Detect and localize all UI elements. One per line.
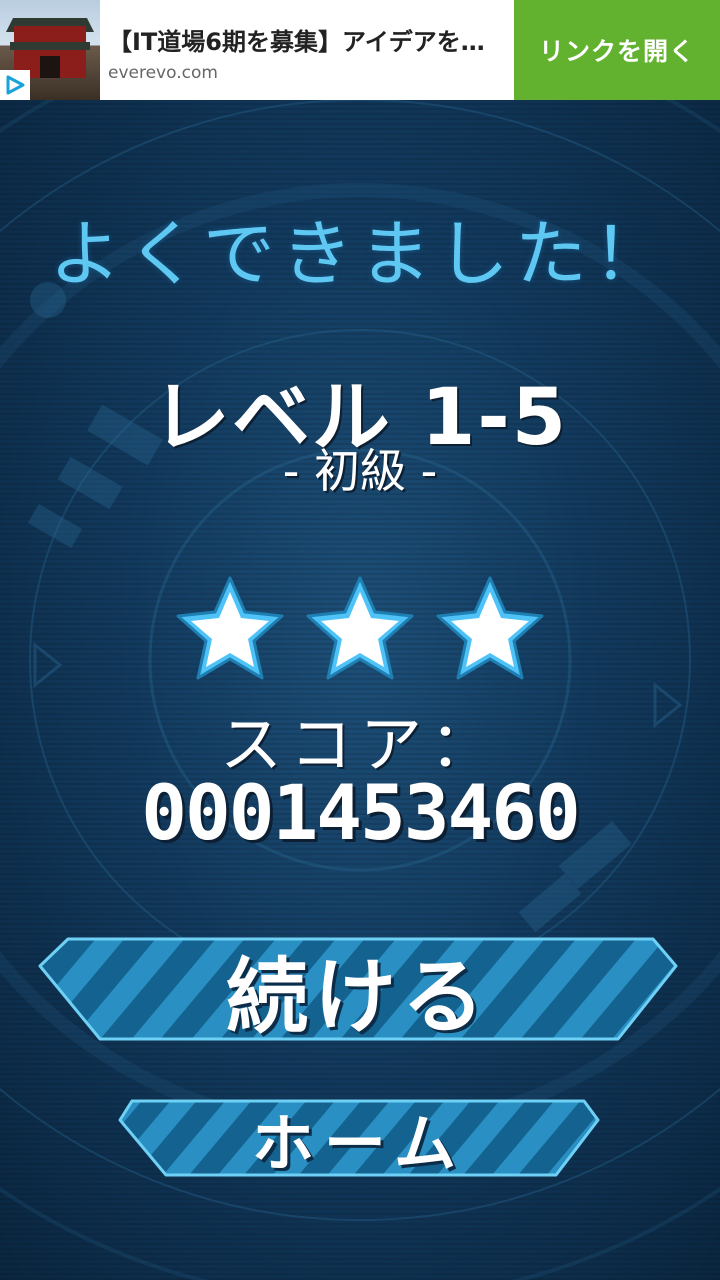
result-headline: よくできました！ — [49, 212, 671, 296]
ad-play-icon[interactable] — [0, 70, 30, 100]
continue-button[interactable]: 続ける — [38, 936, 678, 1045]
continue-button-label[interactable]: 続ける — [38, 936, 678, 1045]
ad-banner[interactable]: 【IT道場6期を募集】アイデアを… everevo.com リンクを開く — [0, 0, 720, 100]
ad-title[interactable]: 【IT道場6期を募集】アイデアを… — [108, 22, 512, 57]
star-icon — [176, 576, 284, 680]
temple-roof-lower — [10, 42, 90, 50]
score-value: 0001453460 — [141, 768, 581, 857]
star-rating — [172, 572, 548, 688]
ad-open-link-button[interactable]: リンクを開く — [514, 0, 720, 100]
result-screen: よくできました！ レベル 1-5 - 初級 - スコア： 0001453460 — [0, 100, 720, 1280]
star-icon — [306, 576, 414, 680]
home-button[interactable]: ホーム — [118, 1098, 600, 1180]
ad-text[interactable]: 【IT道場6期を募集】アイデアを… everevo.com — [100, 0, 514, 100]
temple-door — [40, 56, 60, 78]
home-button-label[interactable]: ホーム — [118, 1098, 600, 1180]
star-icon — [436, 576, 544, 680]
ad-domain: everevo.com — [108, 63, 218, 83]
ad-thumbnail-image[interactable] — [0, 0, 100, 100]
difficulty-label: - 初級 - — [282, 444, 438, 498]
